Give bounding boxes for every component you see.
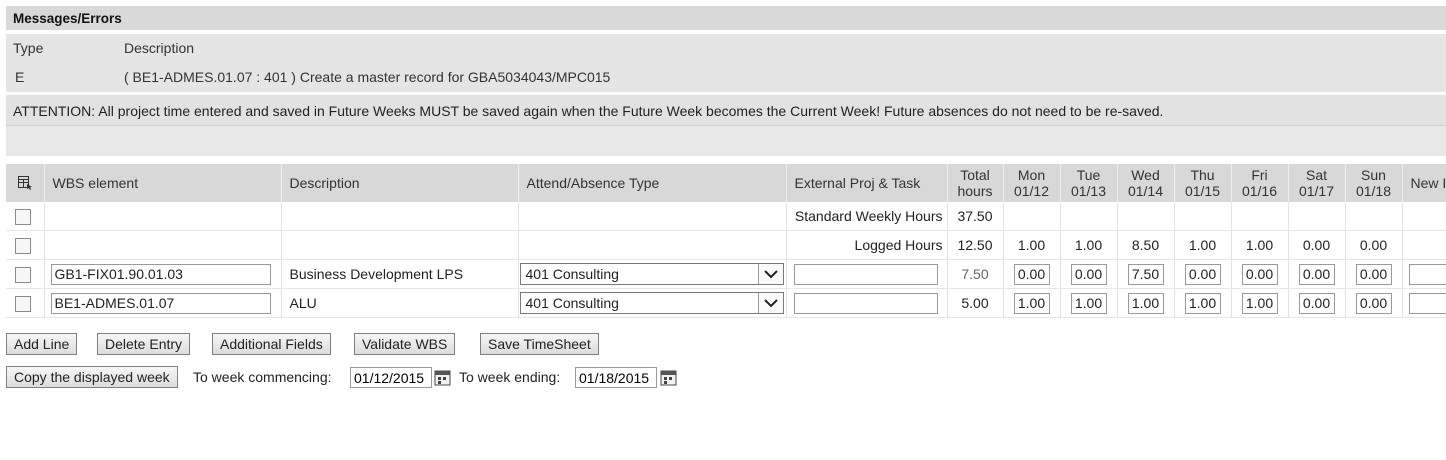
logged-hours-day: 8.50 — [1117, 230, 1175, 260]
hours-input-tue[interactable] — [1070, 292, 1107, 314]
col-day-wed: Wed 01/14 — [1117, 164, 1175, 202]
wbs-input[interactable] — [50, 292, 271, 314]
attention-text: ATTENTION: All project time entered and … — [13, 103, 1164, 119]
additional-fields-button[interactable]: Additional Fields — [212, 333, 331, 355]
external-proj-input[interactable] — [793, 263, 938, 285]
col-total: Total hours — [947, 164, 1004, 202]
external-proj-input[interactable] — [793, 292, 938, 314]
calendar-icon[interactable] — [660, 369, 678, 387]
col-day-mon: Mon 01/12 — [1003, 164, 1061, 202]
hours-input-fri[interactable] — [1241, 263, 1278, 285]
col-day-thu: Thu 01/15 — [1174, 164, 1232, 202]
row-total: 7.50 — [947, 259, 1004, 289]
hours-input-mon[interactable] — [1013, 263, 1050, 285]
row-select-checkbox[interactable] — [15, 295, 31, 312]
chevron-down-icon[interactable] — [757, 293, 783, 313]
week-commencing-input[interactable] — [350, 367, 432, 388]
messages-header-row: Type Description — [6, 34, 1446, 62]
message-row: E ( BE1-ADMES.01.07 : 401 ) Create a mas… — [6, 62, 1446, 92]
week-commencing-label: To week commencing: — [193, 369, 332, 385]
attend-select-value: 401 Consulting — [525, 266, 619, 282]
table-row: ALU 401 Consulting 5.00 — [6, 288, 1446, 318]
row-select-checkbox[interactable] — [15, 208, 31, 225]
attend-select[interactable]: 401 Consulting — [519, 263, 784, 285]
delete-entry-button[interactable]: Delete Entry — [97, 333, 191, 355]
save-timesheet-button[interactable]: Save TimeSheet — [480, 333, 599, 355]
attention-banner: ATTENTION: All project time entered and … — [6, 95, 1446, 156]
table-row: Business Development LPS 401 Consulting … — [6, 259, 1446, 289]
row-total: 5.00 — [947, 288, 1004, 318]
validate-wbs-button[interactable]: Validate WBS — [354, 333, 456, 355]
row-description: ALU — [281, 288, 519, 318]
add-line-button[interactable]: Add Line — [6, 333, 78, 355]
col-day-sun: Sun 01/18 — [1345, 164, 1403, 202]
hours-input-tue[interactable] — [1070, 263, 1107, 285]
attend-select[interactable]: 401 Consulting — [519, 292, 784, 314]
logged-hours-day: 1.00 — [1231, 230, 1289, 260]
logged-hours-label: Logged Hours — [786, 230, 948, 260]
chevron-down-icon[interactable] — [757, 264, 783, 284]
row-description: Business Development LPS — [281, 259, 519, 289]
standard-hours-label: Standard Weekly Hours — [786, 202, 948, 231]
hours-input-new[interactable] — [1408, 263, 1446, 285]
col-external: External Proj & Task — [786, 164, 948, 202]
logged-hours-day: 0.00 — [1288, 230, 1346, 260]
logged-hours-day: 1.00 — [1060, 230, 1118, 260]
table-settings-header[interactable] — [6, 164, 45, 202]
col-day-sat: Sat 01/17 — [1288, 164, 1346, 202]
attend-select-value: 401 Consulting — [525, 295, 619, 311]
messages-col-description: Description — [124, 40, 195, 56]
message-description: ( BE1-ADMES.01.07 : 401 ) Create a maste… — [124, 69, 611, 85]
attention-strip — [6, 125, 1446, 156]
logged-hours-total: 12.50 — [947, 230, 1004, 260]
messages-title: Messages/Errors — [6, 6, 1446, 30]
table-header-row: WBS element Description Attend/Absence T… — [6, 164, 1446, 202]
messages-col-type: Type — [13, 40, 44, 56]
hours-input-sun[interactable] — [1355, 263, 1392, 285]
hours-input-wed[interactable] — [1127, 263, 1164, 285]
hours-input-sat[interactable] — [1298, 292, 1335, 314]
wbs-input[interactable] — [50, 263, 271, 285]
col-day-fri: Fri 01/16 — [1231, 164, 1289, 202]
standard-hours-row: Standard Weekly Hours 37.50 — [6, 202, 1446, 231]
logged-hours-row: Logged Hours 12.50 1.00 1.00 8.50 1.00 1… — [6, 230, 1446, 260]
calendar-icon[interactable] — [434, 369, 452, 387]
logged-hours-day: 1.00 — [1003, 230, 1061, 260]
hours-input-new[interactable] — [1408, 292, 1446, 314]
logged-hours-day: 0.00 — [1345, 230, 1403, 260]
timesheet-table: WBS element Description Attend/Absence T… — [6, 164, 1446, 318]
week-ending-label: To week ending: — [459, 369, 561, 385]
logged-hours-day: 1.00 — [1174, 230, 1232, 260]
hours-input-sat[interactable] — [1298, 263, 1335, 285]
col-description: Description — [281, 164, 519, 202]
col-new: New I — [1402, 164, 1446, 202]
table-settings-icon[interactable] — [17, 174, 33, 190]
col-day-tue: Tue 01/13 — [1060, 164, 1118, 202]
col-attend: Attend/Absence Type — [518, 164, 787, 202]
hours-input-wed[interactable] — [1127, 292, 1164, 314]
hours-input-fri[interactable] — [1241, 292, 1278, 314]
row-select-checkbox[interactable] — [15, 266, 31, 283]
standard-hours-total: 37.50 — [947, 202, 1004, 231]
hours-input-mon[interactable] — [1013, 292, 1050, 314]
row-select-checkbox[interactable] — [15, 237, 31, 254]
message-type: E — [15, 69, 25, 85]
hours-input-thu[interactable] — [1184, 263, 1221, 285]
copy-week-button[interactable]: Copy the displayed week — [6, 366, 178, 388]
week-ending-input[interactable] — [575, 367, 657, 388]
hours-input-thu[interactable] — [1184, 292, 1221, 314]
hours-input-sun[interactable] — [1355, 292, 1392, 314]
col-wbs: WBS element — [44, 164, 282, 202]
